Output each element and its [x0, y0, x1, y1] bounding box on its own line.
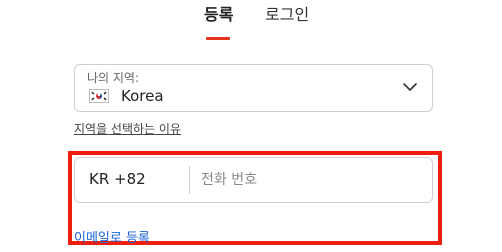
tab-register[interactable]: 등록 [204, 4, 233, 26]
tab-login[interactable]: 로그인 [265, 4, 309, 26]
region-select[interactable]: 나의 지역: Korea [74, 64, 433, 112]
region-label: 나의 지역: [87, 71, 140, 85]
phone-number-input[interactable] [201, 164, 421, 196]
active-tab-indicator [206, 37, 230, 40]
region-value: Korea [121, 87, 164, 105]
signup-page: 등록 로그인 나의 지역: Korea 지역을 선택하는 이유 KR +82 전… [0, 0, 502, 252]
phone-field: KR +82 [74, 157, 433, 203]
chevron-down-icon [403, 83, 417, 91]
region-why-link[interactable]: 지역을 선택하는 이유 [74, 120, 181, 137]
field-divider [189, 166, 190, 194]
country-code-select[interactable]: KR +82 [89, 170, 146, 188]
south-korea-flag-icon [89, 89, 109, 103]
auth-tabs: 등록 로그인 [0, 4, 502, 44]
email-signup-link[interactable]: 이메일로 등록 [74, 227, 150, 246]
